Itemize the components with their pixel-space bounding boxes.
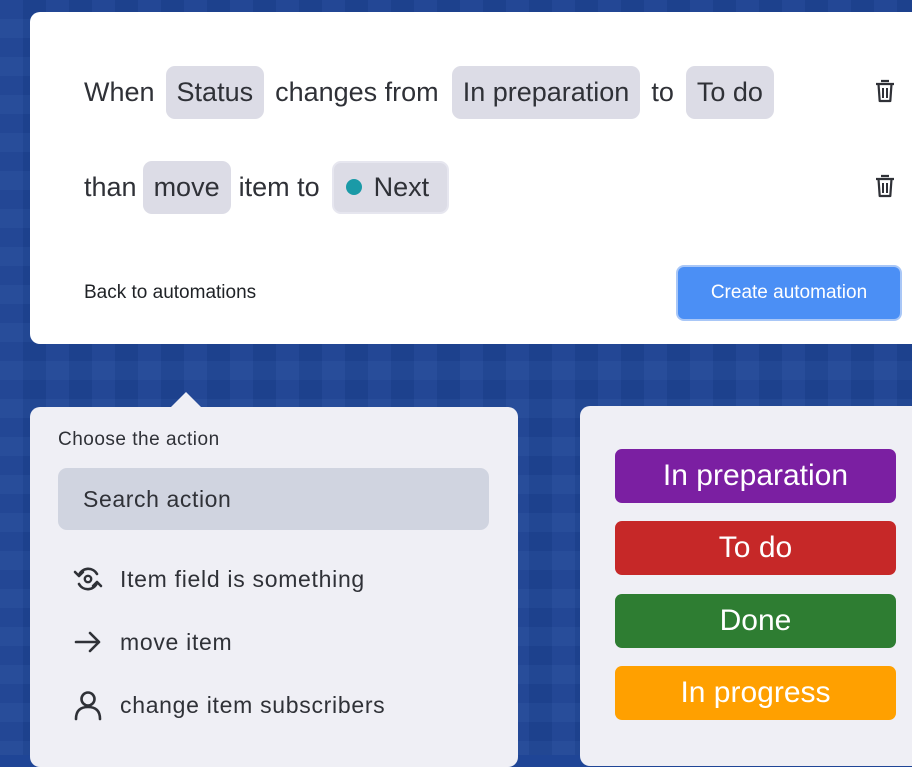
choose-action-panel: Choose the action Item field is somethin… (30, 407, 518, 767)
back-to-automations-link[interactable]: Back to automations (84, 282, 256, 304)
changes-from-label: changes from (275, 76, 439, 107)
choose-action-title: Choose the action (58, 429, 220, 450)
action-item-field-is-something[interactable]: Item field is something (72, 563, 365, 595)
action-item-change-subscribers[interactable]: change item subscribers (72, 689, 385, 721)
delete-action-icon[interactable] (874, 174, 896, 198)
field-chip[interactable]: Status (165, 65, 265, 119)
target-chip[interactable]: Next (331, 160, 450, 214)
target-label: Next (373, 171, 430, 202)
when-label: When (84, 76, 155, 107)
from-value-chip[interactable]: In preparation (451, 65, 641, 119)
automation-rule-card: When Status changes from In preparation … (30, 12, 912, 344)
status-options-panel: In preparation To do Done In progress (580, 406, 912, 766)
status-tag-in-progress[interactable]: In progress (615, 666, 896, 720)
status-tag-done[interactable]: Done (615, 594, 896, 648)
action-row: than move item to Next (84, 160, 450, 214)
to-label: to (651, 76, 674, 107)
item-to-label: item to (238, 171, 320, 202)
cycle-icon (73, 567, 103, 591)
create-automation-button[interactable]: Create automation (678, 267, 900, 319)
to-value-chip[interactable]: To do (685, 65, 774, 119)
trigger-row: When Status changes from In preparation … (84, 65, 774, 119)
action-chip[interactable]: move (142, 160, 231, 214)
delete-trigger-icon[interactable] (874, 79, 896, 103)
search-action-input[interactable] (58, 468, 489, 530)
action-item-label: change item subscribers (120, 691, 386, 718)
than-label: than (84, 171, 137, 202)
popover-caret (170, 392, 202, 408)
status-tag-in-preparation[interactable]: In preparation (615, 449, 896, 503)
action-item-label: Item field is something (120, 565, 365, 592)
arrow-right-icon (74, 631, 101, 653)
action-item-label: move item (120, 628, 233, 655)
target-status-dot (345, 179, 362, 195)
status-tag-to-do[interactable]: To do (615, 521, 896, 575)
action-item-move-item[interactable]: move item (72, 626, 232, 658)
person-icon (74, 691, 102, 721)
